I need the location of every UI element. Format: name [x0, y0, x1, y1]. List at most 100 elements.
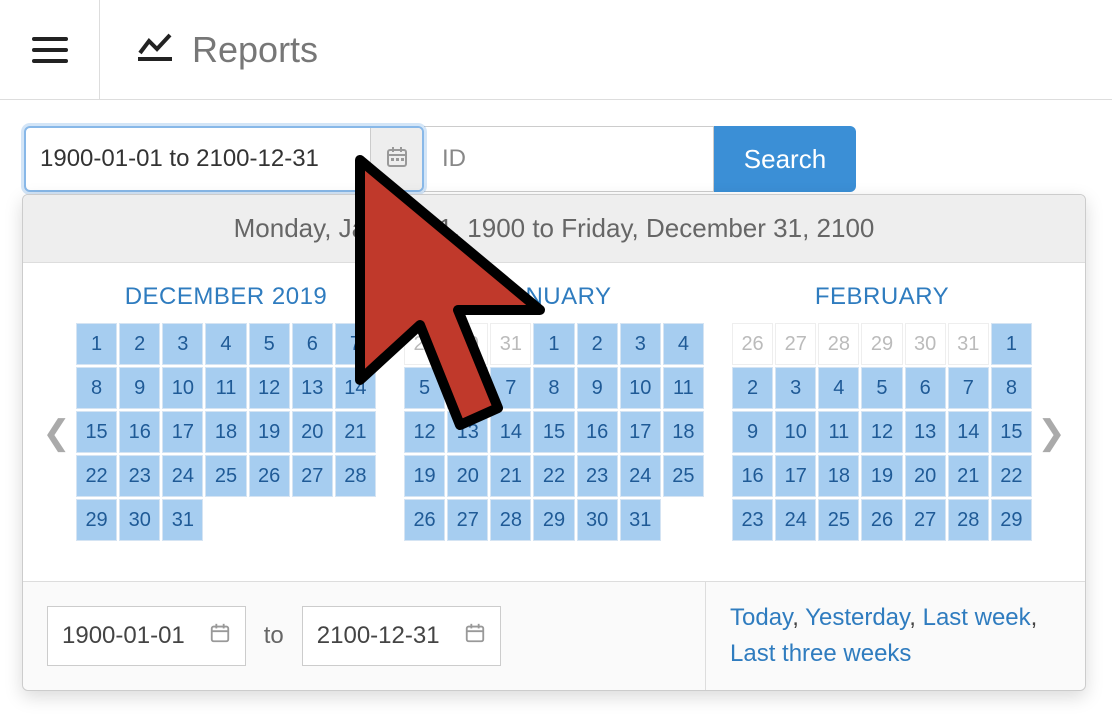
calendar-day[interactable]: 10 — [775, 411, 816, 453]
calendar-day[interactable]: 27 — [447, 499, 488, 541]
calendar-day[interactable]: 21 — [948, 455, 989, 497]
calendar-day[interactable]: 15 — [533, 411, 574, 453]
calendar-day[interactable]: 1 — [76, 323, 117, 365]
calendar-day[interactable]: 18 — [818, 455, 859, 497]
calendar-day[interactable]: 26 — [249, 455, 290, 497]
calendar-day[interactable]: 22 — [76, 455, 117, 497]
calendar-day[interactable]: 2 — [577, 323, 618, 365]
calendar-day[interactable]: 26 — [404, 499, 445, 541]
calendar-day[interactable]: 29 — [533, 499, 574, 541]
calendar-day[interactable]: 31 — [948, 323, 989, 365]
calendar-day[interactable]: 7 — [335, 323, 376, 365]
calendar-day[interactable]: 24 — [620, 455, 661, 497]
calendar-day[interactable]: 24 — [162, 455, 203, 497]
calendar-day[interactable]: 29 — [404, 323, 445, 365]
calendar-day[interactable]: 15 — [991, 411, 1032, 453]
calendar-day[interactable]: 28 — [818, 323, 859, 365]
calendar-day[interactable]: 12 — [249, 367, 290, 409]
calendar-day[interactable]: 4 — [205, 323, 246, 365]
calendar-day[interactable]: 8 — [76, 367, 117, 409]
preset-last-three-weeks[interactable]: Last three weeks — [730, 640, 911, 667]
calendar-day[interactable]: 1 — [991, 323, 1032, 365]
calendar-day[interactable]: 17 — [620, 411, 661, 453]
search-button[interactable]: Search — [714, 126, 856, 192]
calendar-day[interactable]: 28 — [335, 455, 376, 497]
calendar-day[interactable]: 13 — [292, 367, 333, 409]
calendar-day[interactable]: 21 — [490, 455, 531, 497]
calendar-day[interactable]: 6 — [905, 367, 946, 409]
calendar-day[interactable]: 14 — [335, 367, 376, 409]
calendar-day[interactable]: 26 — [861, 499, 902, 541]
calendar-day[interactable]: 5 — [861, 367, 902, 409]
calendar-day[interactable]: 23 — [577, 455, 618, 497]
calendar-day[interactable]: 2 — [119, 323, 160, 365]
calendar-day[interactable]: 3 — [620, 323, 661, 365]
calendar-day[interactable]: 31 — [490, 323, 531, 365]
calendar-day[interactable]: 24 — [775, 499, 816, 541]
calendar-day[interactable]: 30 — [577, 499, 618, 541]
to-date-field[interactable]: 2100-12-31 — [302, 606, 501, 666]
calendar-day[interactable]: 30 — [447, 323, 488, 365]
calendar-day[interactable]: 6 — [447, 367, 488, 409]
calendar-day[interactable]: 10 — [162, 367, 203, 409]
daterange-input[interactable] — [26, 145, 370, 173]
calendar-day[interactable]: 29 — [861, 323, 902, 365]
calendar-day[interactable]: 17 — [775, 455, 816, 497]
calendar-day[interactable]: 27 — [775, 323, 816, 365]
calendar-day[interactable]: 21 — [335, 411, 376, 453]
calendar-day[interactable]: 20 — [447, 455, 488, 497]
calendar-day[interactable]: 11 — [818, 411, 859, 453]
calendar-day[interactable]: 18 — [205, 411, 246, 453]
next-month-button[interactable]: ❯ — [1032, 413, 1071, 453]
calendar-day[interactable]: 10 — [620, 367, 661, 409]
menu-button[interactable] — [0, 0, 100, 100]
calendar-day[interactable]: 25 — [818, 499, 859, 541]
calendar-day[interactable]: 12 — [404, 411, 445, 453]
preset-today[interactable]: Today — [730, 604, 792, 631]
calendar-day[interactable]: 26 — [732, 323, 773, 365]
calendar-day[interactable]: 3 — [775, 367, 816, 409]
calendar-day[interactable]: 7 — [490, 367, 531, 409]
calendar-day[interactable]: 13 — [447, 411, 488, 453]
calendar-day[interactable]: 8 — [991, 367, 1032, 409]
preset-yesterday[interactable]: Yesterday — [805, 604, 909, 631]
calendar-day[interactable]: 30 — [119, 499, 160, 541]
calendar-day[interactable]: 22 — [991, 455, 1032, 497]
calendar-day[interactable]: 27 — [292, 455, 333, 497]
calendar-day[interactable]: 9 — [577, 367, 618, 409]
calendar-day[interactable]: 11 — [663, 367, 704, 409]
calendar-day[interactable]: 19 — [249, 411, 290, 453]
calendar-day[interactable]: 9 — [732, 411, 773, 453]
from-date-field[interactable]: 1900-01-01 — [47, 606, 246, 666]
calendar-day[interactable]: 6 — [292, 323, 333, 365]
calendar-day[interactable]: 22 — [533, 455, 574, 497]
calendar-day[interactable]: 18 — [663, 411, 704, 453]
calendar-day[interactable]: 8 — [533, 367, 574, 409]
calendar-day[interactable]: 23 — [119, 455, 160, 497]
calendar-day[interactable]: 25 — [663, 455, 704, 497]
calendar-day[interactable]: 28 — [490, 499, 531, 541]
calendar-day[interactable]: 5 — [404, 367, 445, 409]
calendar-day[interactable]: 16 — [577, 411, 618, 453]
calendar-day[interactable]: 20 — [905, 455, 946, 497]
calendar-day[interactable]: 19 — [861, 455, 902, 497]
calendar-day[interactable]: 13 — [905, 411, 946, 453]
calendar-day[interactable]: 17 — [162, 411, 203, 453]
prev-month-button[interactable]: ❮ — [37, 413, 76, 453]
calendar-day[interactable]: 28 — [948, 499, 989, 541]
calendar-day[interactable]: 3 — [162, 323, 203, 365]
calendar-day[interactable]: 11 — [205, 367, 246, 409]
calendar-day[interactable]: 15 — [76, 411, 117, 453]
calendar-day[interactable]: 4 — [663, 323, 704, 365]
preset-last-week[interactable]: Last week — [923, 604, 1031, 631]
calendar-day[interactable]: 7 — [948, 367, 989, 409]
calendar-day[interactable]: 16 — [732, 455, 773, 497]
calendar-day[interactable]: 16 — [119, 411, 160, 453]
calendar-day[interactable]: 1 — [533, 323, 574, 365]
calendar-day[interactable]: 29 — [76, 499, 117, 541]
calendar-day[interactable]: 19 — [404, 455, 445, 497]
calendar-day[interactable]: 14 — [490, 411, 531, 453]
id-input[interactable] — [424, 126, 714, 192]
calendar-day[interactable]: 30 — [905, 323, 946, 365]
calendar-day[interactable]: 20 — [292, 411, 333, 453]
